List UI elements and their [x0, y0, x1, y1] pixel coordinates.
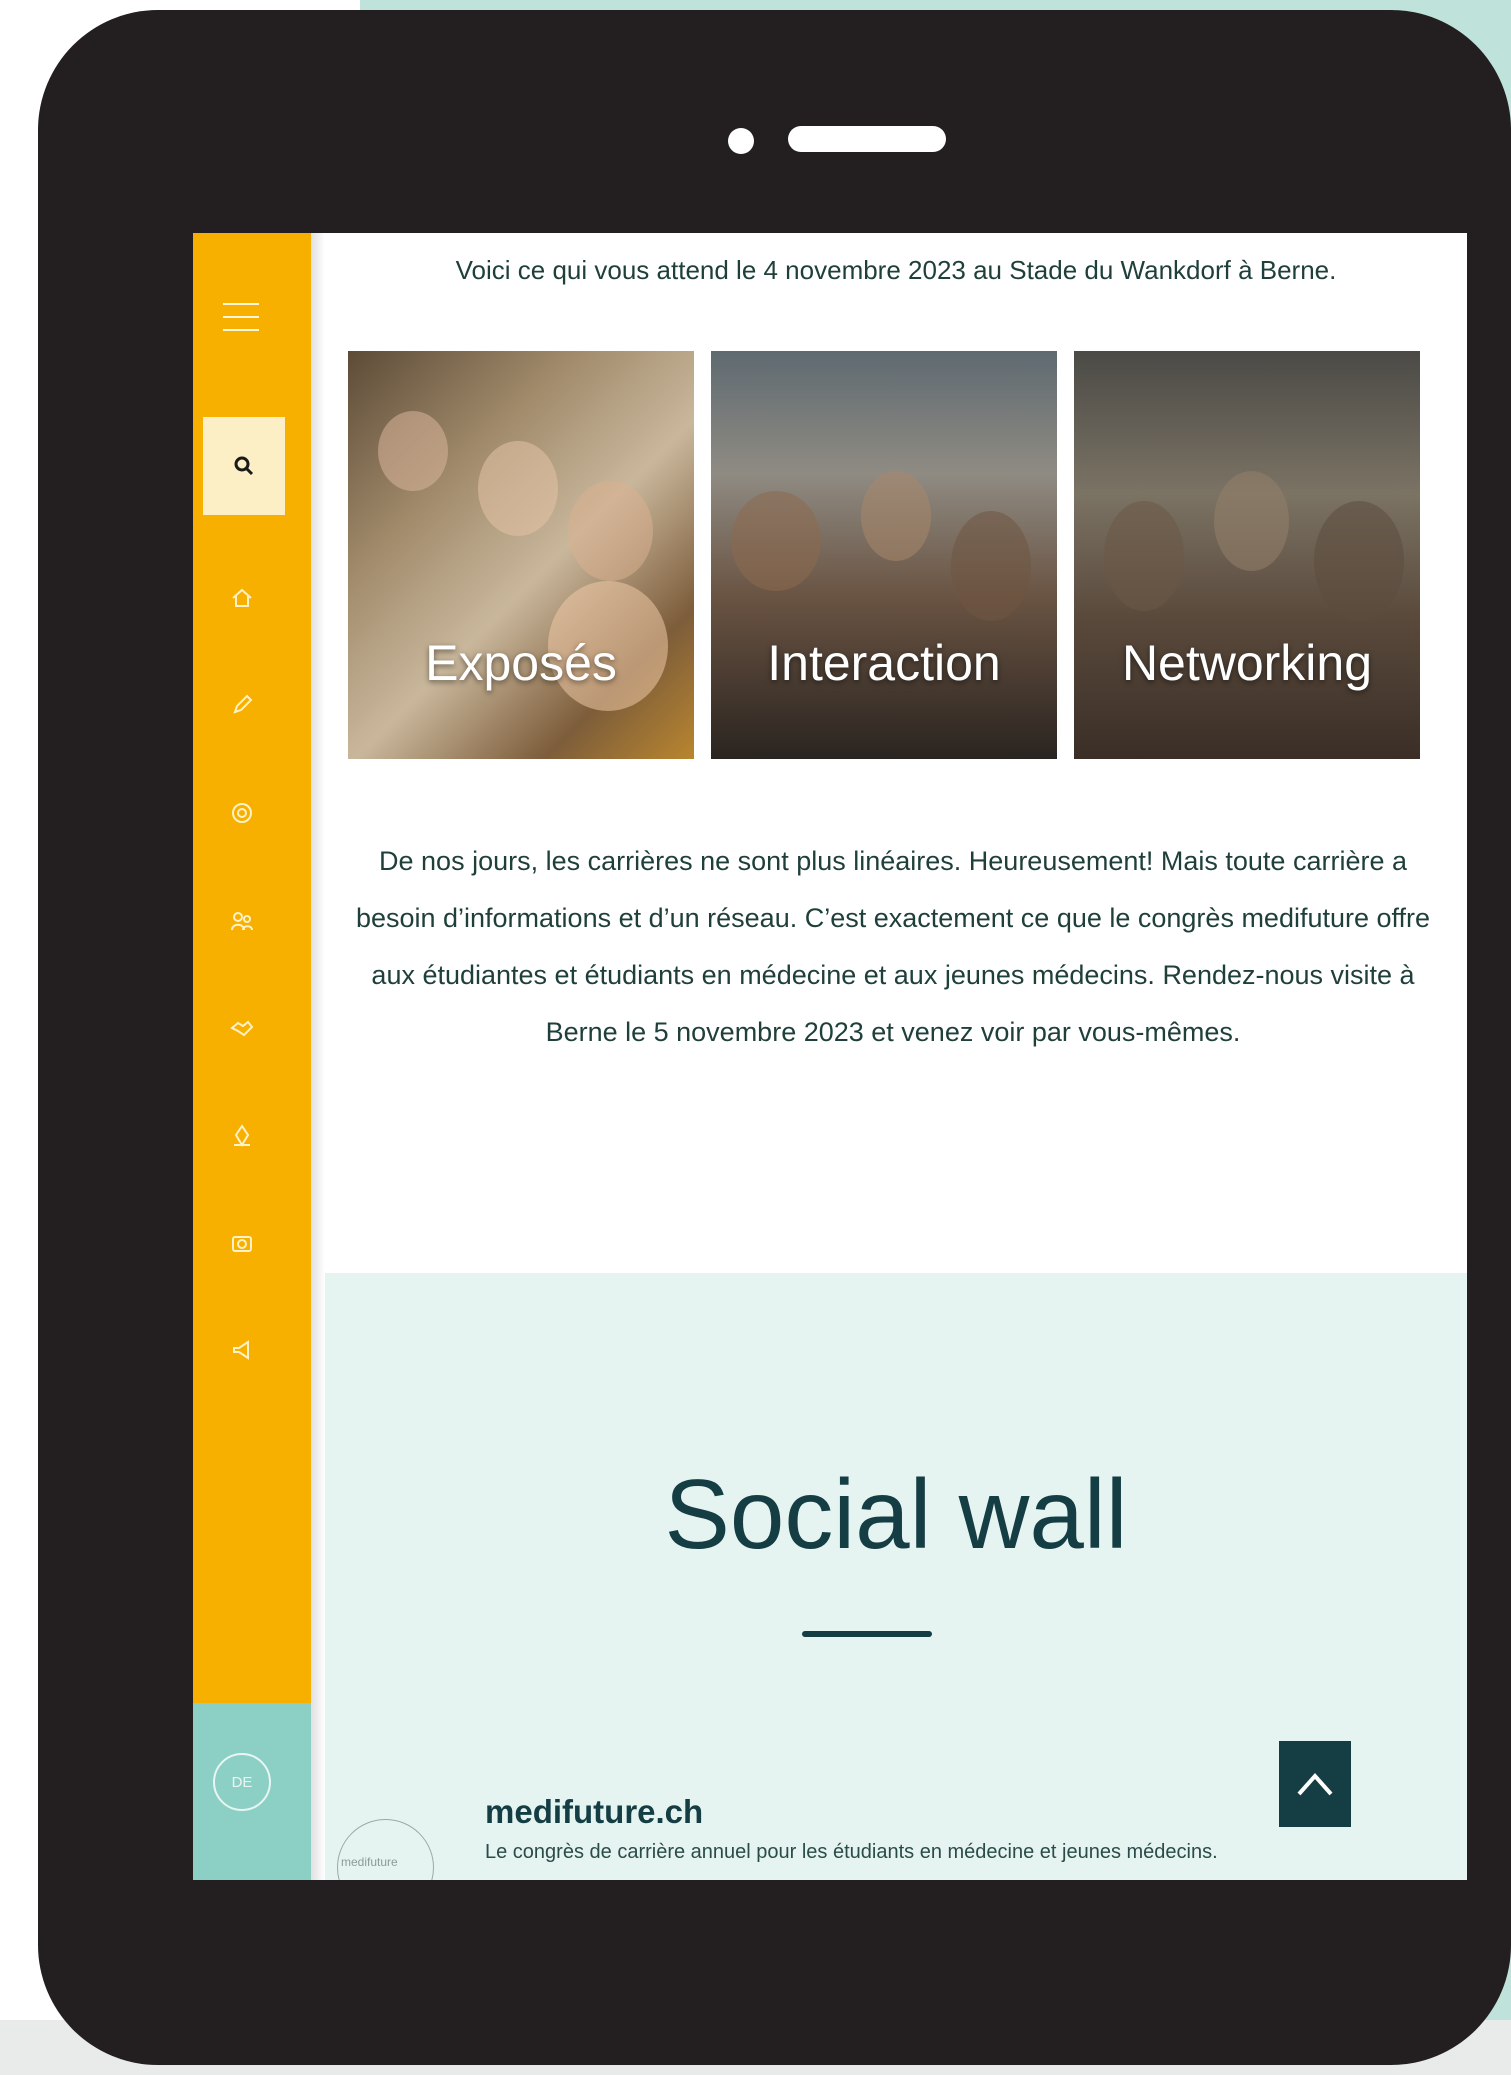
title-underline [802, 1631, 932, 1637]
handshake-icon[interactable] [227, 1013, 257, 1043]
search-icon [234, 456, 254, 476]
sidebar [193, 233, 311, 1703]
site-tagline: Le congrès de carrière annuel pour les é… [485, 1841, 1218, 1863]
tablet-screen: DE Voici ce qui vous attend le 4 novembr… [193, 233, 1467, 1880]
chevron-up-icon [1297, 1772, 1333, 1796]
announcement-icon[interactable] [227, 1335, 257, 1365]
search-button[interactable] [203, 417, 285, 515]
camera-icon[interactable] [227, 1228, 257, 1258]
pencil-icon[interactable] [227, 690, 257, 720]
back-to-top-button[interactable] [1279, 1741, 1351, 1827]
people-icon[interactable] [227, 906, 257, 936]
site-name-link[interactable]: medifuture.ch [485, 1793, 703, 1831]
tile-caption: Interaction [767, 635, 1001, 691]
menu-icon[interactable] [223, 303, 259, 333]
intro-text: Voici ce qui vous attend le 4 novembre 2… [455, 255, 1337, 285]
home-icon[interactable] [227, 583, 257, 613]
tile-caption: Exposés [425, 635, 617, 691]
social-wall-title: Social wall [664, 1459, 1128, 1569]
sidebar-footer: DE [193, 1703, 311, 1880]
coin-icon[interactable] [227, 798, 257, 828]
tile-interaction[interactable]: Interaction [711, 351, 1057, 759]
pin-icon[interactable] [227, 1121, 257, 1151]
language-switch[interactable]: DE [213, 1753, 271, 1811]
tile-caption: Networking [1121, 635, 1373, 691]
tablet-speaker [788, 126, 946, 152]
medifuture-logo[interactable] [337, 1819, 434, 1880]
sidebar-shadow [311, 233, 325, 1880]
feature-tiles: Exposés Interaction Networking [348, 351, 1423, 761]
tile-exposes[interactable]: Exposés [348, 351, 694, 759]
tile-networking[interactable]: Networking [1074, 351, 1420, 759]
tablet-frame: DE Voici ce qui vous attend le 4 novembr… [38, 10, 1511, 2065]
tablet-camera [728, 128, 754, 154]
logo-text: medifuture [341, 1855, 398, 1869]
description-text: De nos jours, les carrières ne sont plus… [355, 846, 1431, 1047]
